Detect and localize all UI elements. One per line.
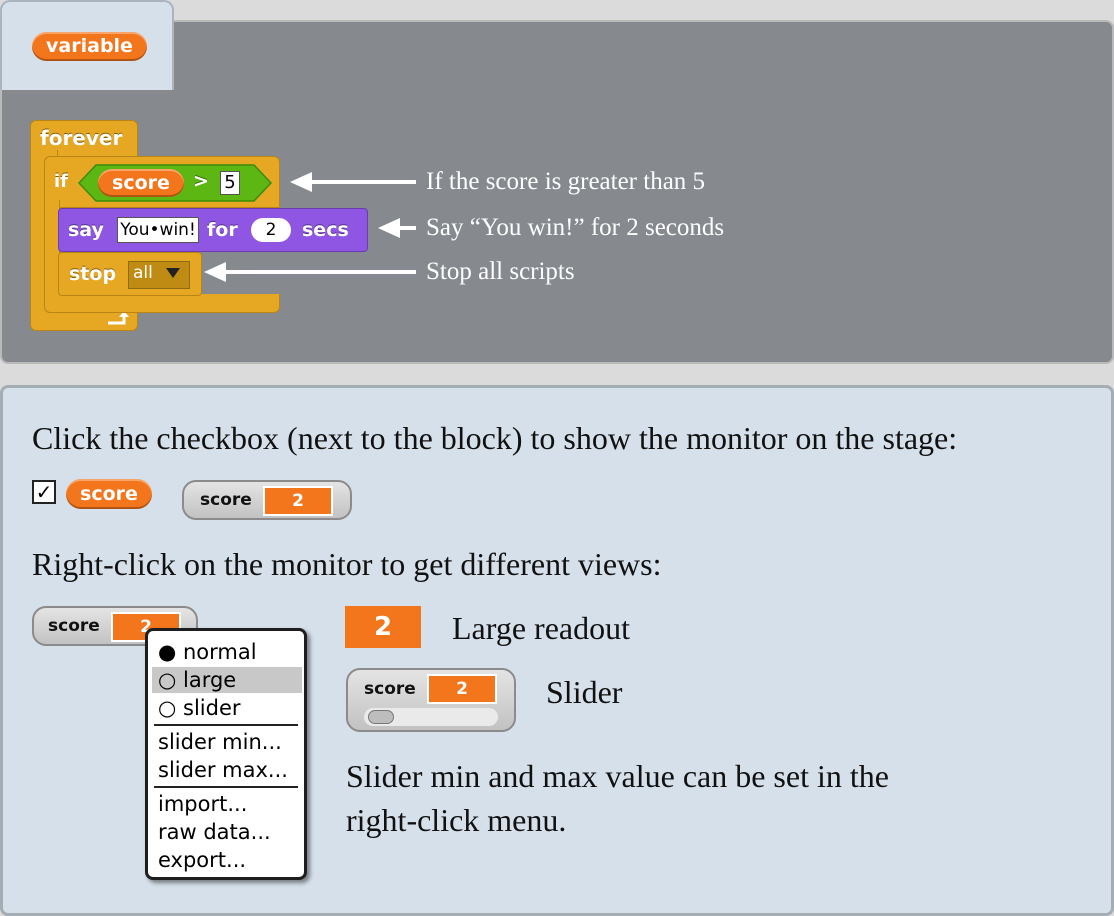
menu-item-slider-min[interactable]: slider min... [148,729,304,755]
monitor-checkbox[interactable]: ✓ [32,480,56,504]
number-input[interactable]: 5 [220,171,240,195]
annotation-say: Say “You win!” for 2 seconds [426,214,725,241]
arrow-stop-icon [204,262,226,282]
arrow-say-line [398,226,416,230]
score-variable-pill[interactable]: score [66,479,152,509]
dropdown-arrow-icon [166,268,180,278]
menu-item-raw-data[interactable]: raw data... [148,819,304,845]
if-bottom [44,294,280,313]
secs-label: secs [302,219,349,241]
arrow-if-icon [290,172,312,192]
menu-item-normal[interactable]: ● normal [148,639,304,665]
arrow-stop-line [224,270,416,274]
if-label: if [54,171,69,192]
monitor-context-menu: ● normal ○ large ○ slider slider min... … [145,628,307,880]
views-instructions: Right-click on the monitor to get differ… [32,546,662,582]
monitor-label: score [200,490,252,510]
large-readout-label: Large readout [452,610,630,646]
operator-label: > [193,170,209,192]
slider-monitor-label: score [364,679,416,699]
checkbox-instructions: Click the checkbox (next to the block) t… [32,420,958,456]
secs-input[interactable]: 2 [251,218,291,242]
annotation-if: If the score is greater than 5 [426,168,706,195]
monitor-label-2: score [48,616,100,636]
for-label: for [207,219,238,241]
score-reporter[interactable]: score [98,169,184,197]
menu-separator [154,786,298,788]
slider-monitor-value: 2 [427,674,497,704]
large-readout-monitor[interactable]: 2 [345,606,421,648]
slider-view-label: Slider [546,674,623,710]
say-label: say [68,219,104,241]
variable-pill[interactable]: variable [32,32,147,61]
variable-tab[interactable]: variable [0,0,174,90]
slider-note-line1: Slider min and max value can be set in t… [346,758,889,794]
forever-label: forever [40,126,123,150]
stop-option-text: all [133,263,153,283]
menu-item-large[interactable]: ○ large [152,667,302,693]
arrow-if-line [310,180,416,184]
annotation-stop: Stop all scripts [426,258,575,285]
stop-label: stop [69,263,117,285]
monitor-value: 2 [263,486,333,516]
menu-item-export[interactable]: export... [148,847,304,873]
say-text-input[interactable]: You•win! [117,217,199,243]
slider-note-line2: right-click menu. [346,802,567,838]
arrow-say-icon [378,218,400,238]
menu-item-import[interactable]: import... [148,791,304,817]
menu-separator [154,724,298,726]
slider-knob[interactable] [368,710,394,724]
menu-item-slider-max[interactable]: slider max... [148,757,304,783]
menu-item-slider[interactable]: ○ slider [148,695,304,721]
